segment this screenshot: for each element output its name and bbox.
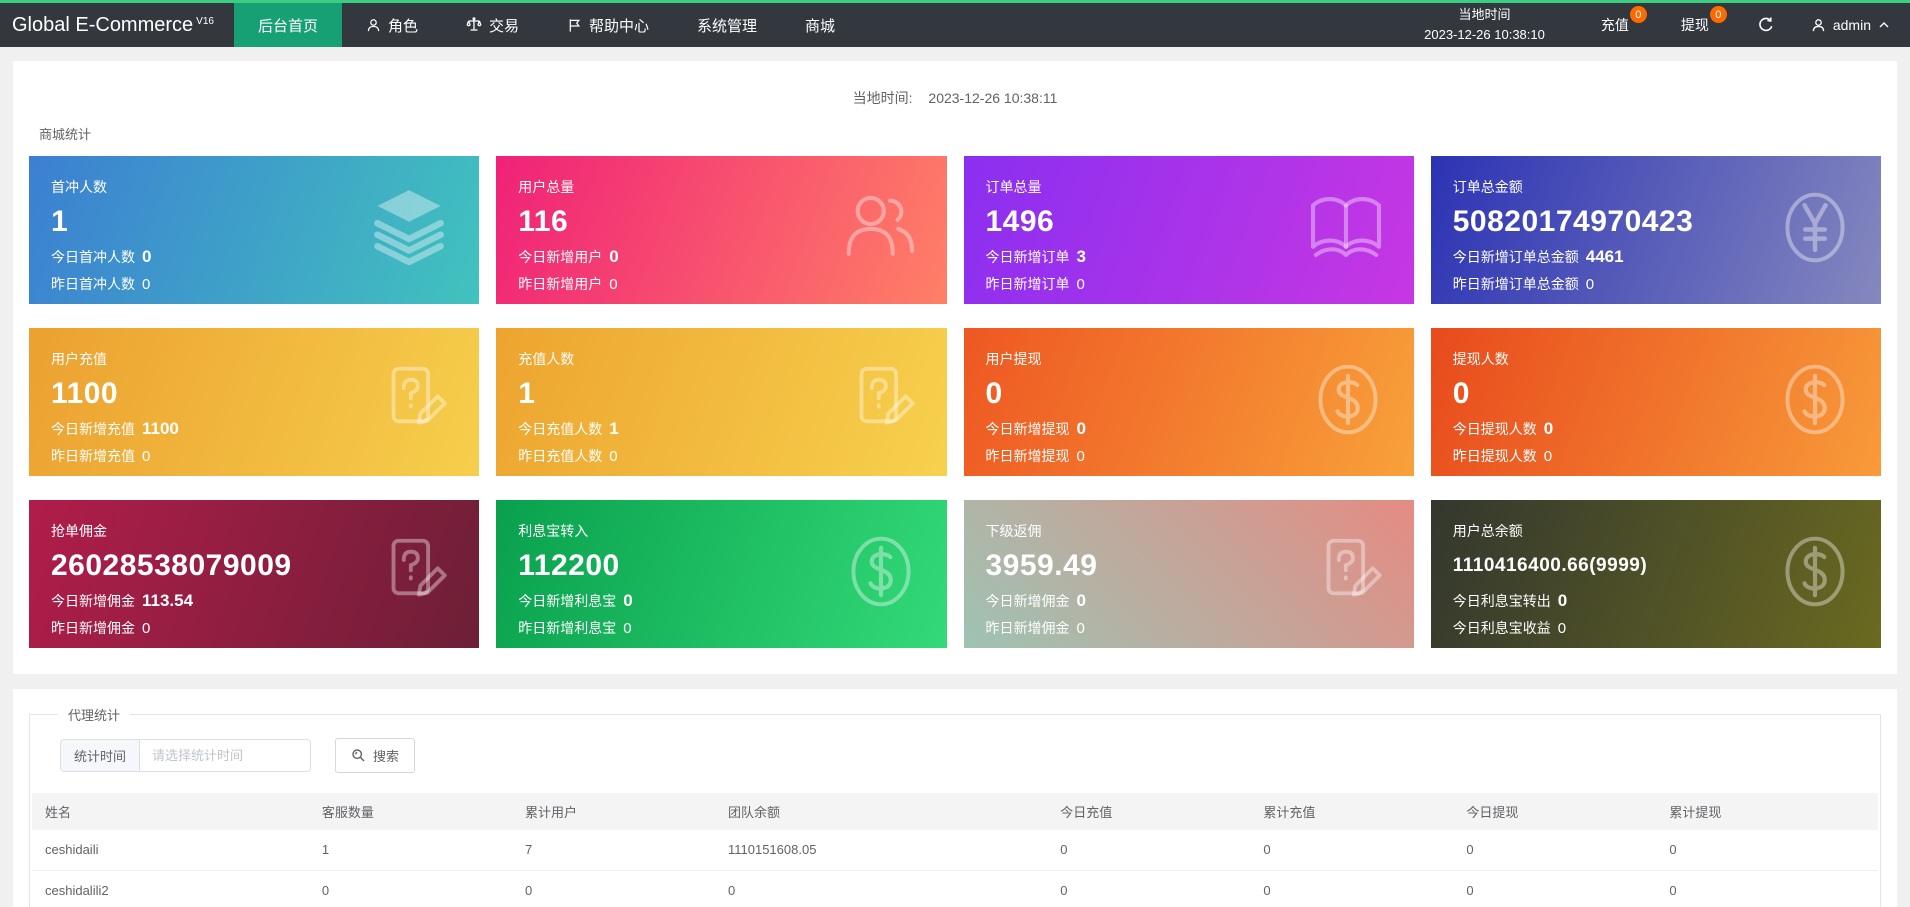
stat-card-grab-commission: 抢单佣金 26028538079009 今日新增佣金 113.54 昨日新增佣金 0 xyxy=(29,500,480,648)
app-logo-text: Global E-Commerce xyxy=(12,13,194,36)
section-title-mall-stats: 商城统计 xyxy=(39,127,92,142)
users-icon xyxy=(835,184,923,272)
stat-card-user-recharge: 用户充值 1100 今日新增充值 1100 昨日新增充值 0 xyxy=(29,328,480,476)
agent-stats-panel: 代理统计 统计时间 搜索 姓名 客服数量 累计用户 团队余额 今日充值 xyxy=(13,689,1897,907)
user-menu[interactable]: admin xyxy=(1797,3,1910,47)
stat-card-total-order-amount: 订单总金额 50820174970423 今日新增订单总金额 4461 昨日新增订… xyxy=(1430,156,1881,304)
app-logo: Global E-Commerce V16 xyxy=(0,3,234,47)
scales-icon xyxy=(466,17,482,33)
stat-card-withdraw-users: 提现人数 0 今日提现人数 0 昨日提现人数 0 xyxy=(1430,328,1881,476)
col-service-count: 客服数量 xyxy=(308,793,512,830)
nav-item-trade[interactable]: 交易 xyxy=(442,3,543,47)
stat-card-interest-in: 利息宝转入 112200 今日新增利息宝 0 昨日新增利息宝 0 xyxy=(496,500,947,648)
stat-card-sub-rebate: 下级返佣 3959.49 今日新增佣金 0 昨日新增佣金 0 xyxy=(963,500,1414,648)
search-button[interactable]: 搜索 xyxy=(335,738,416,773)
doc-edit-icon xyxy=(373,531,455,613)
agent-table: 姓名 客服数量 累计用户 团队余额 今日充值 累计充值 今日提现 累计提现 ce… xyxy=(32,793,1878,907)
stat-card-recharge-users: 充值人数 1 今日充值人数 1 昨日充值人数 0 xyxy=(496,328,947,476)
stat-card-user-withdraw: 用户提现 0 今日新增提现 0 昨日新增提现 0 xyxy=(963,328,1414,476)
user-name: admin xyxy=(1832,17,1871,33)
yen-circle-icon xyxy=(1773,186,1857,270)
table-row: ceshidalili2 0 0 0 0 0 0 0 xyxy=(32,870,1878,907)
navbar-local-time: 当地时间 2023-12-26 10:38:10 xyxy=(1424,6,1545,42)
col-total-withdraw: 累计提现 xyxy=(1656,793,1878,830)
dollar-circle-icon xyxy=(839,530,923,614)
stat-time-input[interactable] xyxy=(139,739,312,772)
refresh-button[interactable] xyxy=(1735,3,1797,47)
nav-item-dashboard[interactable]: 后台首页 xyxy=(233,3,342,47)
doc-edit-icon xyxy=(373,359,455,441)
col-total-users: 累计用户 xyxy=(511,793,715,830)
person-icon xyxy=(366,18,381,33)
doc-edit-icon xyxy=(1308,531,1390,613)
col-total-recharge: 累计充值 xyxy=(1250,793,1454,830)
dollar-circle-icon xyxy=(1773,358,1857,442)
agent-filter-row: 统计时间 搜索 xyxy=(60,738,1878,773)
stat-card-total-users: 用户总量 116 今日新增用户 0 昨日新增用户 0 xyxy=(496,156,947,304)
nav-item-roles[interactable]: 角色 xyxy=(342,3,442,47)
col-team-balance: 团队余额 xyxy=(714,793,1048,830)
stat-card-total-orders: 订单总量 1496 今日新增订单 3 昨日新增订单 0 xyxy=(963,156,1414,304)
col-name: 姓名 xyxy=(32,793,309,830)
refresh-icon xyxy=(1757,16,1775,34)
withdraw-button[interactable]: 提现 0 xyxy=(1655,3,1735,47)
stat-time-label: 统计时间 xyxy=(60,739,141,772)
col-today-recharge: 今日充值 xyxy=(1047,793,1251,830)
agent-table-header-row: 姓名 客服数量 累计用户 团队余额 今日充值 累计充值 今日提现 累计提现 xyxy=(32,793,1878,830)
agent-stats-legend: 代理统计 xyxy=(68,708,121,723)
stat-cards-grid: 首冲人数 1 今日首冲人数 0 昨日首冲人数 0 用户总量 116 今日新增用户 0 … xyxy=(29,156,1881,648)
local-time-row: 当地时间: 2023-12-26 10:38:11 xyxy=(852,90,1058,106)
flag-icon xyxy=(567,18,582,33)
col-today-withdraw: 今日提现 xyxy=(1453,793,1657,830)
book-icon xyxy=(1302,184,1390,272)
agent-stats-fieldset: 代理统计 统计时间 搜索 姓名 客服数量 累计用户 团队余额 今日充值 xyxy=(29,705,1881,907)
withdraw-badge: 0 xyxy=(1709,6,1727,23)
nav-item-help-center[interactable]: 帮助中心 xyxy=(543,3,673,47)
table-row: ceshidaili 1 7 1110151608.05 0 0 0 0 xyxy=(32,830,1878,871)
navbar-right: 当地时间 2023-12-26 10:38:10 充值 0 提现 0 admin xyxy=(1394,3,1910,47)
dollar-circle-icon xyxy=(1773,530,1857,614)
recharge-button[interactable]: 充值 0 xyxy=(1575,3,1655,47)
mall-stats-panel: 当地时间: 2023-12-26 10:38:11 商城统计 首冲人数 1 今日… xyxy=(13,61,1897,674)
user-icon xyxy=(1811,18,1826,33)
top-navbar: Global E-Commerce V16 后台首页 角色 交易 帮助中心 系统… xyxy=(0,0,1910,47)
recharge-badge: 0 xyxy=(1629,6,1647,23)
stat-card-first-recharge-users: 首冲人数 1 今日首冲人数 0 昨日首冲人数 0 xyxy=(29,156,480,304)
search-icon xyxy=(351,748,366,763)
app-version: V16 xyxy=(196,15,214,27)
chevron-up-icon xyxy=(1878,19,1890,31)
doc-edit-icon xyxy=(841,359,923,441)
nav-item-mall[interactable]: 商城 xyxy=(781,3,859,47)
dollar-circle-icon xyxy=(1306,358,1390,442)
layers-icon xyxy=(363,182,455,274)
nav-item-system[interactable]: 系统管理 xyxy=(673,3,781,47)
stat-card-total-balance: 用户总余额 1110416400.66(9999) 今日利息宝转出 0 今日利息宝… xyxy=(1430,500,1881,648)
